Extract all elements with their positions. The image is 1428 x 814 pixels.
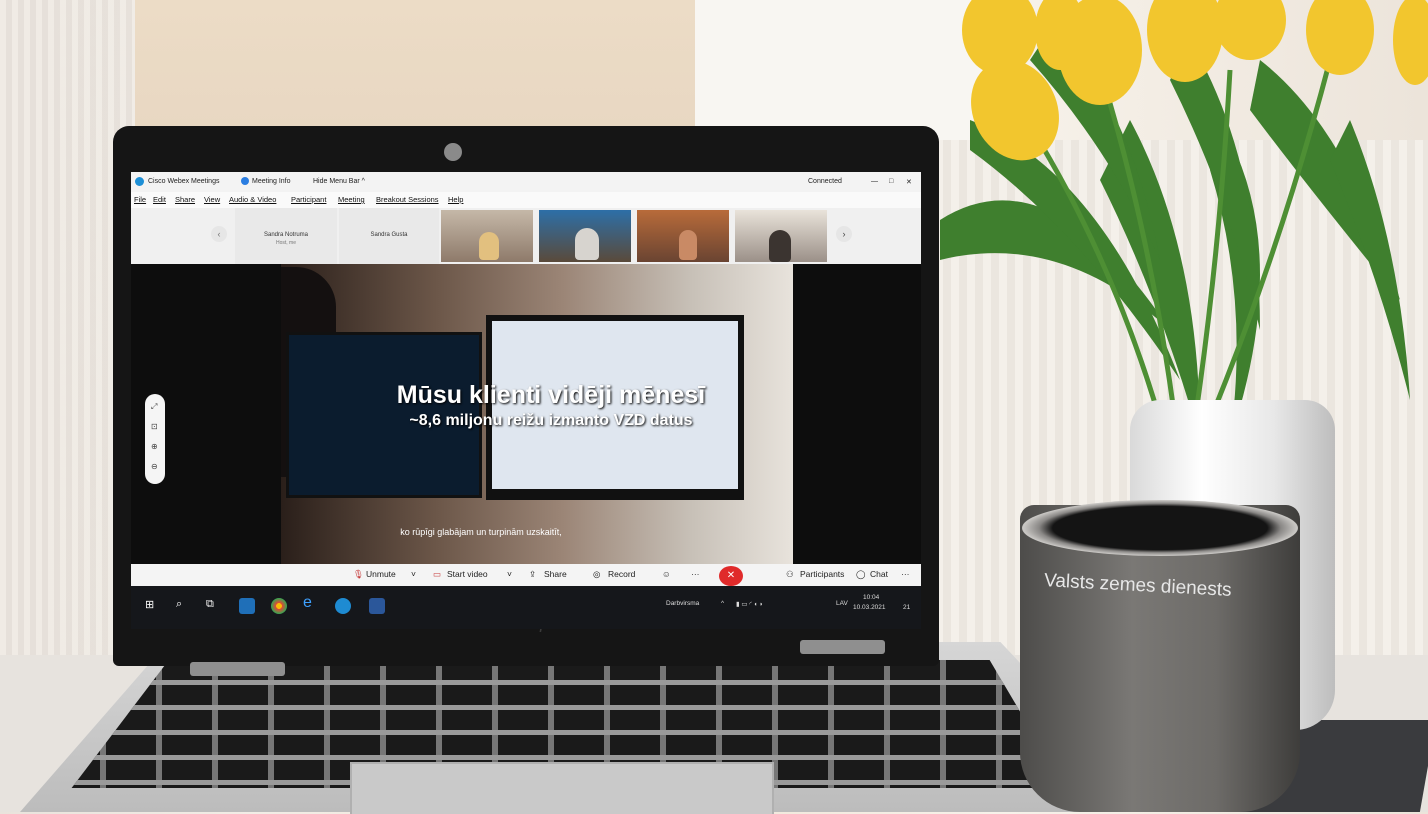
task-view-icon[interactable]: ⧉ bbox=[206, 598, 222, 614]
participant-role: Host, me bbox=[275, 240, 296, 246]
mic-muted-icon: 🎙︎ bbox=[353, 569, 364, 579]
close-button[interactable]: ✕ bbox=[906, 178, 912, 186]
word-icon[interactable] bbox=[369, 598, 385, 614]
menu-breakout-sessions[interactable]: Breakout Sessions bbox=[376, 195, 439, 204]
participants-icon: ⚇ bbox=[786, 569, 794, 579]
clock-time[interactable]: 10:04 bbox=[863, 594, 879, 601]
video-caption-title: Mūsu klienti vidēji mēnesī bbox=[396, 381, 706, 409]
menu-share[interactable]: Share bbox=[175, 195, 195, 204]
menu-bar: File Edit Share View Audio & Video Parti… bbox=[131, 192, 921, 208]
webex-taskbar-icon[interactable] bbox=[335, 598, 351, 614]
app-title: Cisco Webex Meetings bbox=[148, 178, 220, 185]
end-meeting-button[interactable]: ✕ bbox=[719, 566, 743, 586]
record-icon: ◎ bbox=[593, 569, 601, 579]
reactions-icon[interactable]: ☺ bbox=[662, 569, 671, 579]
video-options-chevron-icon[interactable]: ˅ bbox=[507, 569, 512, 579]
participant-name: Sandra Notruma bbox=[263, 232, 309, 238]
maximize-button[interactable]: □ bbox=[889, 178, 893, 185]
clock-date[interactable]: 10.03.2021 bbox=[853, 604, 886, 611]
participant-avatar bbox=[769, 230, 791, 262]
menu-view[interactable]: View bbox=[204, 195, 220, 204]
zoom-in-icon[interactable]: ⊕ bbox=[151, 442, 158, 451]
zoom-out-icon[interactable]: ⊖ bbox=[151, 462, 158, 471]
participant-avatar bbox=[479, 232, 499, 260]
notification-badge[interactable]: 21 bbox=[903, 604, 910, 611]
participant-avatar bbox=[575, 228, 599, 260]
menu-help[interactable]: Help bbox=[448, 195, 463, 204]
video-tile[interactable] bbox=[637, 210, 729, 262]
panel-more-button[interactable]: ··· bbox=[901, 569, 910, 579]
video-tile[interactable] bbox=[441, 210, 533, 262]
webcam bbox=[444, 143, 462, 161]
participant-strip: ‹ Sandra Notruma Host, me Sandra Gusta › bbox=[131, 208, 921, 264]
menu-file[interactable]: File bbox=[134, 195, 146, 204]
chrome-icon[interactable] bbox=[271, 598, 287, 614]
share-button[interactable]: Share bbox=[544, 569, 567, 579]
webex-title-bar: Cisco Webex Meetings Meeting Info Hide M… bbox=[131, 172, 921, 192]
reset-icon[interactable]: ⊡ bbox=[151, 422, 158, 431]
participant-tile[interactable]: Sandra Notruma Host, me bbox=[235, 208, 337, 264]
meeting-info-button[interactable]: Meeting Info bbox=[252, 178, 291, 185]
info-icon bbox=[241, 177, 249, 185]
edge-icon[interactable]: e bbox=[303, 594, 319, 611]
trackpad bbox=[350, 762, 774, 814]
video-off-icon: ▭ bbox=[433, 569, 442, 579]
strip-prev-icon[interactable]: ‹ bbox=[211, 226, 227, 242]
tulips bbox=[940, 0, 1428, 440]
fit-icon[interactable]: ⤢ bbox=[151, 402, 157, 412]
record-button[interactable]: Record bbox=[608, 569, 635, 579]
hinge-right bbox=[800, 640, 885, 654]
start-video-button[interactable]: Start video bbox=[447, 569, 488, 579]
zoom-toolbar: ⤢ ⊡ ⊕ ⊖ bbox=[145, 394, 165, 484]
menu-audio-video[interactable]: Audio & Video bbox=[229, 195, 276, 204]
hinge-left bbox=[190, 662, 285, 676]
menu-participant[interactable]: Participant bbox=[291, 195, 326, 204]
chat-icon: ◯ bbox=[856, 569, 866, 579]
laptop-screen: Cisco Webex Meetings Meeting Info Hide M… bbox=[131, 172, 921, 629]
minimize-button[interactable]: — bbox=[871, 178, 878, 185]
closed-caption: ko rūpīgi glabājam un turpinām uzskaitīt… bbox=[400, 527, 562, 537]
hide-menu-bar-button[interactable]: Hide Menu Bar ^ bbox=[313, 178, 365, 185]
video-caption-subtitle: ~8,6 miljonu reižu izmanto VZD datus bbox=[409, 412, 693, 429]
chat-button[interactable]: Chat bbox=[870, 569, 888, 579]
menu-edit[interactable]: Edit bbox=[153, 195, 166, 204]
tray-network-icon[interactable]: ▮ ▭ ◜ ◖ ◗ bbox=[736, 600, 763, 608]
tray-overflow-icon[interactable]: ^ bbox=[721, 600, 724, 607]
unmute-button[interactable]: Unmute bbox=[366, 569, 396, 579]
participant-name: Sandra Gusta bbox=[370, 232, 408, 238]
menu-meeting[interactable]: Meeting bbox=[338, 195, 365, 204]
connection-status: Connected bbox=[808, 178, 842, 185]
windows-taskbar: ⊞ ⌕ ⧉ e Darbvirsma ^ ▮ ▭ ◜ ◖ ◗ LAV 10:04… bbox=[131, 586, 921, 629]
webex-logo-icon bbox=[135, 177, 144, 186]
wall bbox=[135, 0, 695, 140]
outlook-icon[interactable] bbox=[239, 598, 255, 614]
audio-options-chevron-icon[interactable]: ˅ bbox=[411, 569, 416, 579]
more-options-button[interactable]: ··· bbox=[691, 569, 700, 579]
mug-rim bbox=[1022, 500, 1298, 556]
search-icon[interactable]: ⌕ bbox=[176, 598, 192, 614]
video-tile[interactable] bbox=[539, 210, 631, 262]
language-indicator[interactable]: LAV bbox=[836, 600, 848, 607]
participant-avatar bbox=[679, 230, 697, 260]
share-icon: ⇪ bbox=[529, 569, 537, 579]
strip-next-icon[interactable]: › bbox=[836, 226, 852, 242]
video-tile[interactable] bbox=[735, 210, 827, 262]
meeting-controls: 🎙︎ Unmute ˅ ▭ Start video ˅ ⇪ Share ◎ Re… bbox=[131, 564, 921, 586]
tray-toolbar-label[interactable]: Darbvirsma bbox=[666, 600, 699, 607]
participant-tile[interactable]: Sandra Gusta bbox=[339, 208, 439, 264]
windows-start-icon[interactable]: ⊞ bbox=[145, 598, 161, 614]
participants-button[interactable]: Participants bbox=[800, 569, 844, 579]
